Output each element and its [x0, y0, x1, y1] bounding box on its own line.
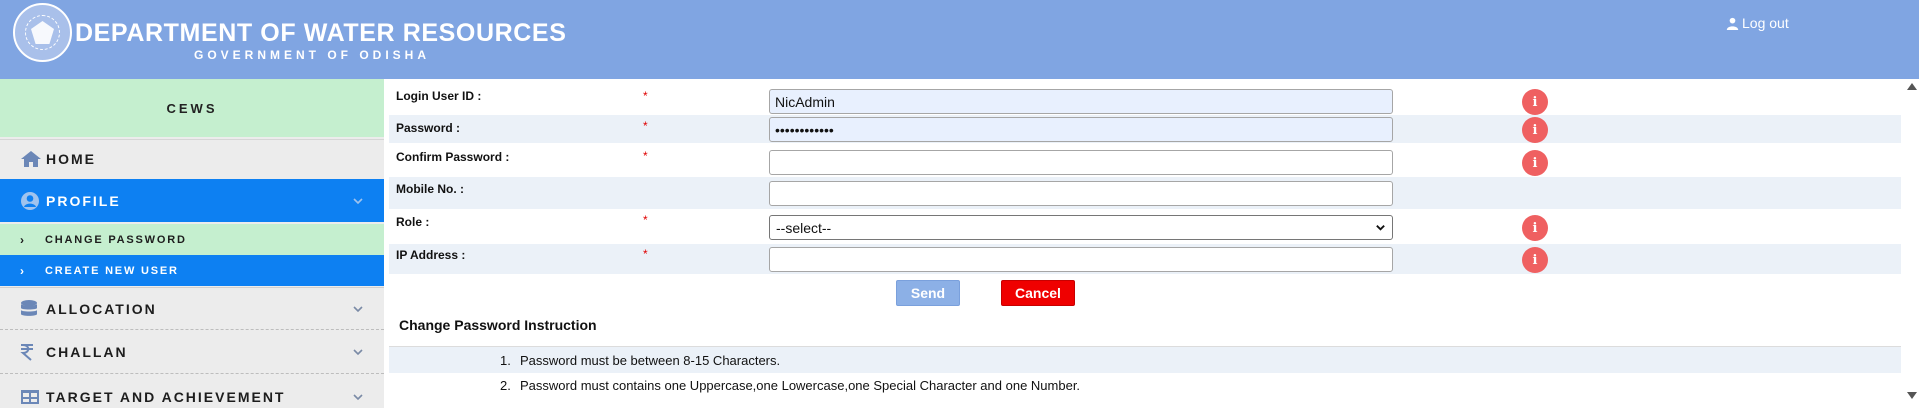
form-row-mobile-no: Mobile No. :: [389, 177, 1901, 209]
mobile-no-input[interactable]: [769, 181, 1393, 206]
instruction-number: 2.: [500, 378, 511, 393]
database-icon: [20, 299, 46, 319]
form-row-login-user-id: Login User ID : * i: [389, 83, 1901, 115]
chevron-down-icon: [353, 393, 363, 400]
sidebar-subitem-create-new-user[interactable]: › CREATE NEW USER: [0, 255, 384, 286]
sidebar-item-label: HOME: [46, 150, 96, 167]
sidebar-item-label: TARGET AND ACHIEVEMENT: [46, 388, 286, 405]
sidebar-item-label: ALLOCATION: [46, 300, 157, 317]
rupee-icon: [20, 343, 46, 361]
department-title: DEPARTMENT OF WATER RESOURCES: [75, 19, 567, 47]
app-header: DEPARTMENT OF WATER RESOURCES GOVERNMENT…: [0, 0, 1919, 79]
instructions-title: Change Password Instruction: [399, 317, 597, 333]
required-marker: *: [643, 247, 648, 261]
instruction-text: Password must be between 8-15 Characters…: [520, 353, 781, 368]
cancel-button[interactable]: Cancel: [1001, 280, 1075, 306]
sidebar-subitem-label: CHANGE PASSWORD: [45, 233, 187, 246]
info-icon[interactable]: i: [1522, 89, 1548, 115]
sidebar-item-profile[interactable]: PROFILE: [0, 179, 384, 222]
odisha-emblem-logo: [13, 3, 72, 62]
home-icon: [20, 150, 46, 168]
role-select-value: --select--: [776, 219, 832, 236]
chevron-right-icon: ›: [20, 232, 24, 247]
password-label: Password :: [396, 121, 461, 135]
page-scrollbar[interactable]: [1903, 79, 1919, 408]
sidebar-brand: CEWS: [0, 79, 384, 137]
scroll-up-arrow-icon[interactable]: [1907, 83, 1917, 90]
ip-address-label: IP Address :: [396, 248, 466, 262]
department-subtitle: GOVERNMENT OF ODISHA: [194, 48, 431, 62]
mobile-no-label: Mobile No. :: [396, 182, 464, 196]
sidebar-item-target-and-achievement[interactable]: TARGET AND ACHIEVEMENT: [0, 375, 384, 418]
sidebar-item-challan[interactable]: CHALLAN: [0, 331, 384, 374]
chevron-down-icon: [353, 305, 363, 312]
instruction-item: 1. Password must be between 8-15 Charact…: [389, 347, 1901, 373]
role-select[interactable]: --select--: [769, 215, 1393, 240]
sidebar-item-allocation[interactable]: ALLOCATION: [0, 287, 384, 330]
sidebar-item-label: CHALLAN: [46, 344, 128, 360]
scroll-down-arrow-icon[interactable]: [1907, 392, 1917, 399]
instruction-text: Password must contains one Uppercase,one…: [520, 378, 1081, 393]
sidebar: CEWS HOME PROFILE › CHANGE PASSWORD › CR…: [0, 79, 384, 408]
chevron-right-icon: ›: [20, 263, 24, 278]
info-icon[interactable]: i: [1522, 247, 1548, 273]
sidebar-subitem-change-password[interactable]: › CHANGE PASSWORD: [0, 224, 384, 255]
required-marker: *: [643, 213, 648, 227]
role-label: Role :: [396, 215, 430, 229]
required-marker: *: [643, 89, 648, 103]
form-row-confirm-password: Confirm Password : * i: [389, 145, 1901, 176]
info-icon[interactable]: i: [1522, 215, 1548, 241]
chevron-down-icon: [1376, 225, 1385, 231]
required-marker: *: [643, 149, 648, 163]
chevron-down-icon: [353, 349, 363, 356]
form-row-ip-address: IP Address : * i: [389, 244, 1901, 274]
sidebar-subitem-label: CREATE NEW USER: [45, 264, 179, 277]
chevron-down-icon: [353, 197, 363, 204]
form-row-role: Role : * --select-- i: [389, 210, 1901, 243]
login-user-id-label: Login User ID :: [396, 89, 482, 103]
user-circle-icon: [20, 191, 46, 211]
instruction-number: 1.: [500, 353, 511, 368]
user-icon: [1726, 17, 1739, 30]
confirm-password-label: Confirm Password :: [396, 150, 510, 164]
sidebar-item-home[interactable]: HOME: [0, 139, 384, 177]
info-icon[interactable]: i: [1522, 150, 1548, 176]
send-button[interactable]: Send: [896, 280, 960, 306]
login-user-id-input[interactable]: [769, 89, 1393, 114]
ip-address-input[interactable]: [769, 247, 1393, 272]
logout-link[interactable]: Log out: [1726, 15, 1789, 31]
form-row-password: Password : * i: [389, 115, 1901, 143]
required-marker: *: [643, 119, 648, 133]
sidebar-item-label: PROFILE: [46, 192, 121, 209]
confirm-password-input[interactable]: [769, 150, 1393, 175]
table-icon: [20, 389, 46, 405]
instruction-item: 2. Password must contains one Uppercase,…: [389, 372, 1901, 398]
password-input[interactable]: [769, 117, 1393, 142]
info-icon[interactable]: i: [1522, 117, 1548, 143]
logout-label: Log out: [1742, 15, 1789, 31]
